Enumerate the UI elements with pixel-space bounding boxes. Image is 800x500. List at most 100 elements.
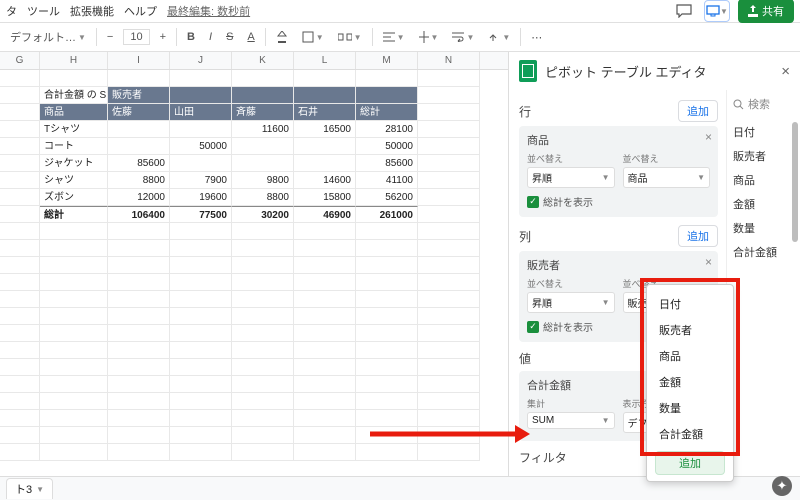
cell[interactable] [418,189,480,206]
font-dec[interactable]: − [103,29,117,45]
popup-item[interactable]: 金額 [647,369,733,395]
cell[interactable] [0,342,40,359]
cell[interactable] [294,240,356,257]
cell[interactable] [170,240,232,257]
cell[interactable]: 46900 [294,206,356,223]
popup-item[interactable]: 日付 [647,291,733,317]
col-G[interactable]: G [0,52,40,69]
close-icon[interactable]: × [781,63,790,80]
cell[interactable] [0,240,40,257]
cell[interactable] [356,308,418,325]
cell[interactable] [418,444,480,461]
cell[interactable] [418,138,480,155]
cell[interactable] [418,172,480,189]
cell[interactable] [232,274,294,291]
cell[interactable] [294,257,356,274]
cell[interactable] [232,70,294,87]
cell[interactable] [40,240,108,257]
font-select[interactable]: デフォルト… ▼ [6,27,90,47]
cell[interactable] [170,444,232,461]
cell[interactable] [0,155,40,172]
cell[interactable] [294,138,356,155]
menu-tools[interactable]: ツール [27,3,60,19]
cell[interactable] [356,427,418,444]
cell[interactable] [294,70,356,87]
borders-icon[interactable]: ▼ [298,29,328,45]
cell[interactable] [418,70,480,87]
popup-item[interactable]: 販売者 [647,317,733,343]
cell[interactable]: 15800 [294,189,356,206]
cell[interactable]: 41100 [356,172,418,189]
cell[interactable] [418,223,480,240]
cell[interactable] [0,274,40,291]
field-item[interactable]: 金額 [733,192,794,216]
cell[interactable] [0,172,40,189]
col-I[interactable]: I [108,52,170,69]
cell[interactable] [294,342,356,359]
cell[interactable] [356,223,418,240]
cell[interactable] [294,308,356,325]
cell[interactable] [418,155,480,172]
cell[interactable]: 9800 [232,172,294,189]
merge-icon[interactable]: ▼ [334,30,366,44]
cell[interactable] [356,87,418,104]
cell[interactable] [0,410,40,427]
cell[interactable] [294,291,356,308]
cell[interactable] [418,359,480,376]
cell[interactable] [356,342,418,359]
cell[interactable] [0,87,40,104]
cell[interactable] [0,70,40,87]
cell[interactable] [232,223,294,240]
cell[interactable] [170,325,232,342]
add-col-button[interactable]: 追加 [678,225,718,247]
cell[interactable]: 斉藤 [232,104,294,121]
cell[interactable] [418,342,480,359]
cell[interactable]: 商品 [40,104,108,121]
cell[interactable]: 85600 [108,155,170,172]
cell[interactable] [294,325,356,342]
cell[interactable] [294,393,356,410]
cell[interactable] [0,376,40,393]
cell[interactable] [232,376,294,393]
cell[interactable] [170,274,232,291]
cell[interactable] [418,104,480,121]
cell[interactable] [294,427,356,444]
cell[interactable] [40,376,108,393]
cell[interactable]: 28100 [356,121,418,138]
cell[interactable] [170,427,232,444]
cell[interactable] [170,155,232,172]
cell[interactable] [0,325,40,342]
cell[interactable] [170,223,232,240]
cell[interactable] [0,257,40,274]
cell[interactable] [232,359,294,376]
cell[interactable]: 16500 [294,121,356,138]
cell[interactable] [418,308,480,325]
more-icon[interactable]: ⋯ [527,29,546,46]
cell[interactable] [232,240,294,257]
cell[interactable]: 8800 [108,172,170,189]
cell[interactable] [418,393,480,410]
cell[interactable] [232,325,294,342]
cell[interactable] [418,325,480,342]
cell[interactable] [170,121,232,138]
cell[interactable] [356,325,418,342]
cell[interactable] [356,274,418,291]
cell[interactable] [108,410,170,427]
strike-button[interactable]: S [222,29,237,45]
cell[interactable] [0,189,40,206]
popup-item[interactable]: 数量 [647,395,733,421]
cell[interactable] [170,359,232,376]
cell[interactable] [356,376,418,393]
menu-help[interactable]: ヘルプ [124,3,157,19]
cell[interactable] [40,291,108,308]
cell[interactable]: 販売者 [108,87,170,104]
col-J[interactable]: J [170,52,232,69]
cell[interactable] [0,444,40,461]
cell[interactable] [170,376,232,393]
cell[interactable] [232,342,294,359]
cell[interactable]: 11600 [232,121,294,138]
sheet-tab[interactable]: ト3 ▼ [6,478,53,499]
cell[interactable] [418,376,480,393]
cell[interactable]: 50000 [170,138,232,155]
cell[interactable]: 85600 [356,155,418,172]
